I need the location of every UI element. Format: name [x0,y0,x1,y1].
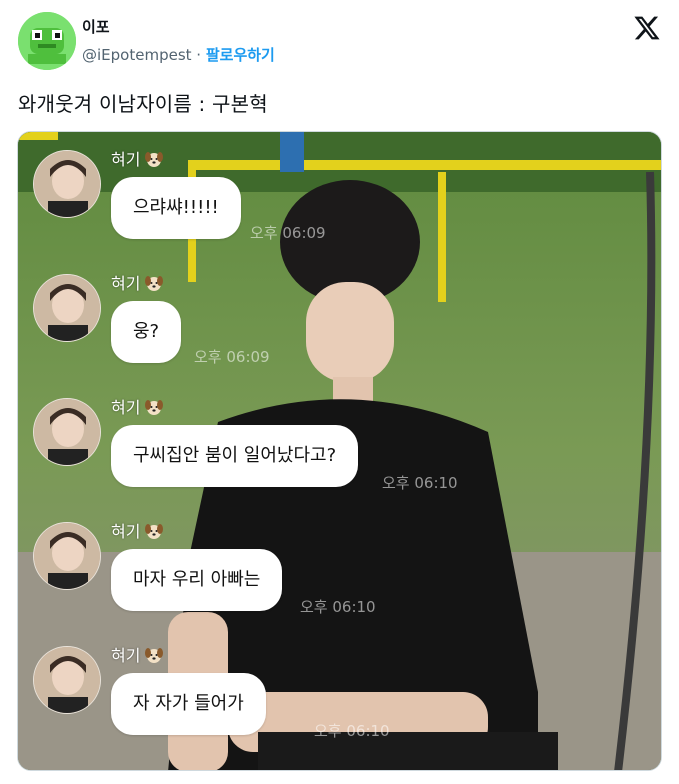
dog-face-icon [145,524,164,539]
message-time: 오후 06:09 [194,348,270,366]
sender-name-text: 혀기 [111,522,141,541]
author-handle-row: @iEpotempest · 팔로우하기 [82,44,275,65]
chat-bubble: 구씨집안 붐이 일어났다고? [111,425,359,487]
chat-bubble: 자 자가 들어가 [111,673,266,735]
sender-name: 혀기 [111,518,164,542]
sender-name-text: 혀기 [111,150,141,169]
dog-face-icon [145,648,164,663]
separator-dot: · [196,46,202,64]
sender-name: 혀기 [111,394,164,418]
message-time: 오후 06:09 [250,224,326,242]
message-time: 오후 06:10 [314,722,390,740]
sender-name-text: 혀기 [111,646,141,665]
message-time: 오후 06:10 [300,598,376,616]
sender-avatar [33,150,101,218]
chat-bubble: 으랴쌰!!!!! [111,177,241,239]
sender-name-text: 혀기 [111,398,141,417]
sender-name: 혀기 [111,642,164,666]
follow-button[interactable]: 팔로우하기 [206,46,275,64]
tweet-media-image[interactable]: 혀기 으랴쌰!!!!! 오후 06:09 혀기 웅? 오후 06:09 혀기 구… [17,131,662,771]
sender-avatar [33,398,101,466]
message-time: 오후 06:10 [382,474,458,492]
tweet-header: 이포 @iEpotempest · 팔로우하기 [18,10,663,72]
author-display-name[interactable]: 이포 [82,16,110,37]
sender-avatar [33,274,101,342]
chat-bubble: 웅? [111,301,182,363]
dog-face-icon [145,400,164,415]
author-handle[interactable]: @iEpotempest [82,46,192,64]
sender-name-text: 혀기 [111,274,141,293]
dog-face-icon [145,276,164,291]
sender-avatar [33,646,101,714]
dog-face-icon [145,152,164,167]
sender-avatar [33,522,101,590]
x-logo-icon[interactable] [633,14,661,42]
sender-name: 혀기 [111,270,164,294]
author-avatar[interactable] [18,12,76,70]
sender-name: 혀기 [111,146,164,170]
chat-bubble: 마자 우리 아빠는 [111,549,283,611]
tweet-text: 와개웃겨 이남자이름 : 구본혁 [18,92,268,116]
